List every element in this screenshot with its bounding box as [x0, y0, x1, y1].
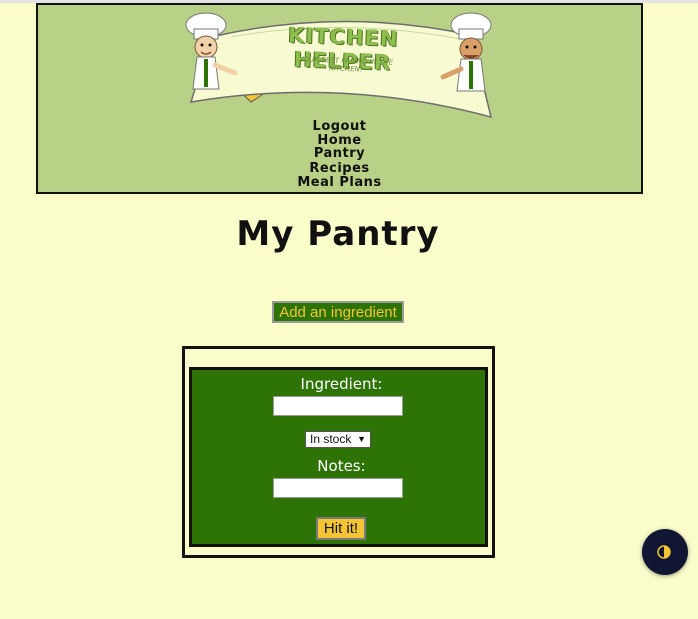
ingredient-label: Ingredient:: [300, 375, 383, 393]
notes-input[interactable]: [273, 478, 403, 498]
nav-recipes[interactable]: Recipes: [38, 161, 641, 176]
ingredient-input[interactable]: [273, 396, 403, 416]
main-nav: Logout Home Pantry Recipes Meal Plans: [38, 119, 641, 191]
contrast-toggle-button[interactable]: [642, 529, 688, 575]
contrast-toggle-icon: [657, 545, 671, 559]
site-header: KITCHEN HELPER YOUR BEST FRIEND IN THE K…: [36, 3, 643, 194]
add-ingredient-form: Ingredient: In stock ▼ Notes: Hit it!: [189, 367, 488, 547]
submit-button[interactable]: Hit it!: [316, 517, 366, 540]
page-title: My Pantry: [236, 214, 440, 254]
add-ingredient-button[interactable]: Add an ingredient: [272, 301, 404, 323]
nav-pantry[interactable]: Pantry: [38, 146, 641, 161]
nav-meal-plans[interactable]: Meal Plans: [38, 175, 641, 190]
notes-label: Notes:: [317, 457, 366, 475]
chevron-down-icon: ▼: [357, 434, 366, 444]
stock-status-value: In stock: [310, 432, 352, 446]
stock-status-select[interactable]: In stock ▼: [305, 431, 371, 448]
nav-logout[interactable]: Logout: [38, 119, 641, 134]
